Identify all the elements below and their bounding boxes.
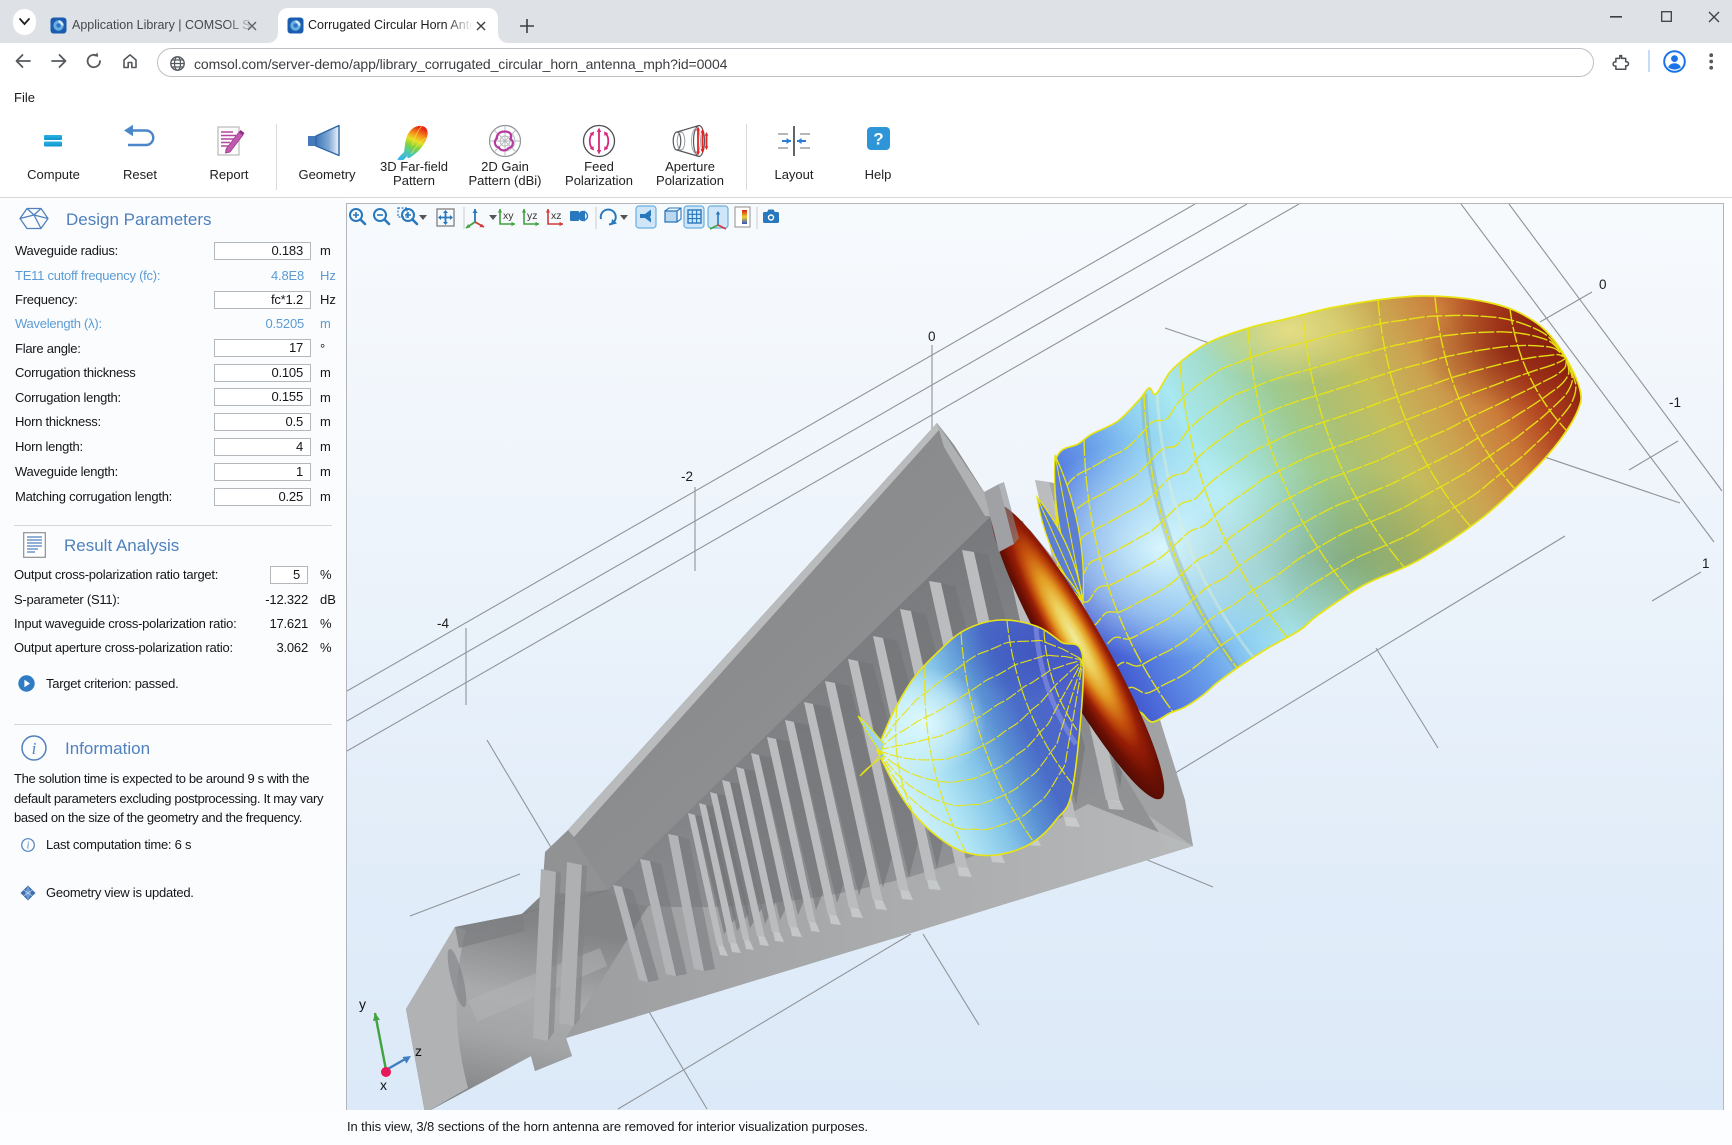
svg-text:-2: -2 — [681, 469, 693, 484]
svg-text:1: 1 — [1702, 556, 1710, 571]
svg-text:z: z — [415, 1043, 422, 1059]
svg-text:yz: yz — [527, 210, 538, 222]
svg-text:x: x — [380, 1077, 387, 1093]
svg-text:y: y — [359, 996, 366, 1012]
svg-text:xz: xz — [551, 210, 562, 222]
svg-text:0: 0 — [928, 329, 936, 344]
svg-text:i: i — [32, 739, 37, 758]
svg-text:0: 0 — [1599, 277, 1607, 292]
svg-text:xy: xy — [503, 210, 514, 222]
svg-text:?: ? — [873, 130, 883, 149]
svg-text:-4: -4 — [437, 616, 449, 631]
svg-text:-1: -1 — [1669, 395, 1681, 410]
svg-text:i: i — [27, 841, 30, 852]
